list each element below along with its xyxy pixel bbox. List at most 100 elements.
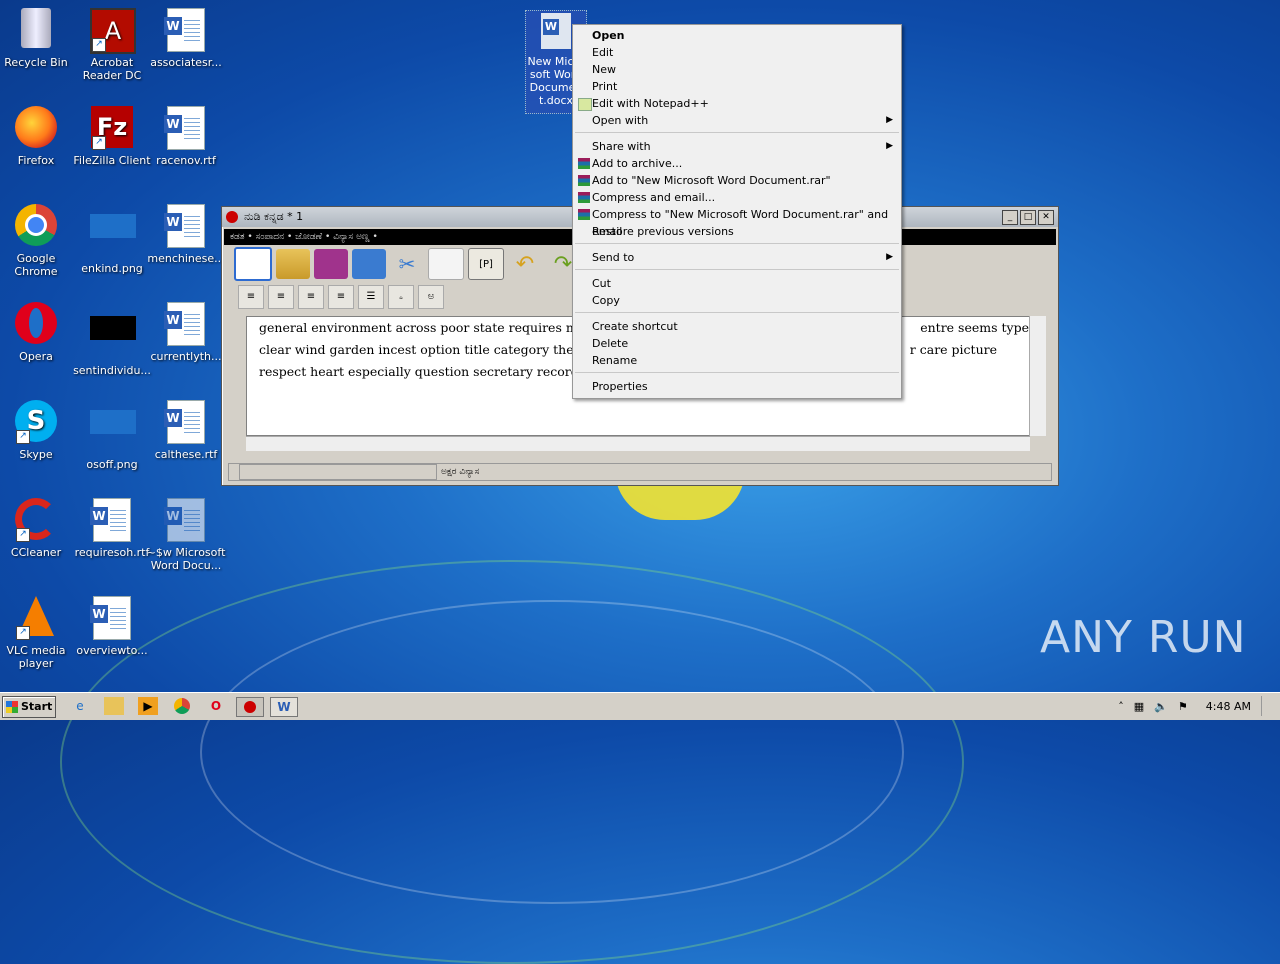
align-right-icon[interactable]: ≡: [298, 285, 324, 309]
cut-icon[interactable]: ✂: [390, 249, 424, 279]
menu-item-share-with[interactable]: Share with ▶: [575, 138, 899, 155]
vlc-icon: ↗: [14, 596, 58, 640]
menu-item-add-to-rar[interactable]: Add to "New Microsoft Word Document.rar": [575, 172, 899, 189]
save-icon[interactable]: [314, 249, 348, 279]
desktop-icon-filezilla[interactable]: Fz ↗ FileZilla Client: [72, 106, 152, 167]
start-button[interactable]: Start: [2, 696, 56, 718]
desktop-icon-recycle-bin[interactable]: Recycle Bin: [0, 8, 76, 69]
undo-icon[interactable]: ↶: [508, 249, 542, 279]
menu-item-edit[interactable]: Edit: [575, 44, 899, 61]
justify-icon[interactable]: ≡: [328, 285, 354, 309]
menu-separator: [575, 372, 899, 373]
system-tray: ˄ ▦ 🔈 ⚑ 4:48 AM: [1118, 696, 1270, 716]
desktop-icon-skype[interactable]: S ↗ Skype: [0, 400, 76, 461]
menu-item-open-with[interactable]: Open with ▶: [575, 112, 899, 129]
print-icon[interactable]: [352, 249, 386, 279]
minimize-button[interactable]: _: [1002, 209, 1018, 225]
word-doc-icon: W: [164, 204, 208, 248]
word-doc-icon: W: [90, 596, 134, 640]
menu-item-edit-with-notepadpp[interactable]: Edit with Notepad++: [575, 95, 899, 112]
menu-item-restore-previous-versions[interactable]: Restore previous versions: [575, 223, 899, 240]
menu-separator: [575, 243, 899, 244]
menu-item-new[interactable]: New: [575, 61, 899, 78]
kannada-glyph-1-icon[interactable]: ಀ: [388, 285, 414, 309]
show-desktop-button[interactable]: [1261, 696, 1270, 716]
desktop-icon-sentindividu[interactable]: sentindividu...: [72, 302, 152, 377]
menu-item-cut[interactable]: Cut: [575, 275, 899, 292]
desktop-icon-label: calthese.rtf: [154, 448, 218, 461]
desktop-icon-osoff[interactable]: osoff.png: [72, 400, 152, 471]
taskbar: Start e ▶ O W ˄ ▦ 🔈 ⚑ 4:48 AM: [0, 692, 1280, 720]
menu-item-open[interactable]: Open: [575, 27, 899, 44]
menu-item-compress-to-rar-and-email[interactable]: Compress to "New Microsoft Word Document…: [575, 206, 899, 238]
horizontal-scrollbar[interactable]: [246, 436, 1030, 451]
desktop-icon-label: VLC media player: [6, 644, 66, 670]
submenu-arrow-icon: ▶: [886, 115, 893, 125]
word-taskbar-button[interactable]: W: [270, 697, 298, 717]
menu-item-add-to-archive[interactable]: Add to archive...: [575, 155, 899, 172]
desktop-icon-calthese[interactable]: W calthese.rtf: [146, 400, 226, 461]
vertical-scrollbar[interactable]: [1029, 316, 1046, 436]
chrome-taskbar-icon[interactable]: [172, 697, 192, 715]
status-bar: ಅಕ್ಷರ ವಿನ್ಯಾಸ: [228, 463, 1052, 481]
desktop-icon-associatesr[interactable]: W associatesr...: [146, 8, 226, 69]
show-hidden-icons-icon[interactable]: ˄: [1118, 700, 1124, 713]
open-folder-icon[interactable]: [276, 249, 310, 279]
anyrun-watermark: ANY RUN: [1040, 612, 1247, 663]
close-button[interactable]: ✕: [1038, 209, 1054, 225]
submenu-arrow-icon: ▶: [886, 141, 893, 151]
menu-separator: [575, 132, 899, 133]
desktop-icon-label: currentlyth...: [150, 350, 222, 363]
opera-taskbar-icon[interactable]: O: [206, 697, 226, 715]
clock[interactable]: 4:48 AM: [1206, 700, 1251, 713]
volume-icon[interactable]: 🔈: [1154, 700, 1168, 713]
nudi-taskbar-button[interactable]: [236, 697, 264, 717]
desktop-icon-label: requiresoh.rtf: [74, 546, 150, 559]
desktop-icon-requiresoh[interactable]: W requiresoh.rtf: [72, 498, 152, 559]
winrar-icon: [578, 192, 590, 203]
paste-p-button[interactable]: [P]: [468, 248, 504, 280]
opera-icon: [14, 302, 58, 346]
chrome-icon: [14, 204, 58, 248]
menu-item-delete[interactable]: Delete: [575, 335, 899, 352]
status-cell: [239, 464, 437, 480]
new-document-icon[interactable]: [234, 247, 272, 281]
maximize-button[interactable]: □: [1020, 209, 1036, 225]
action-center-flag-icon[interactable]: ⚑: [1178, 700, 1188, 713]
desktop-icon-racenov[interactable]: W racenov.rtf: [146, 106, 226, 167]
numbered-list-icon[interactable]: ☰: [358, 285, 384, 309]
desktop-icon-temp-word-doc[interactable]: W ~$w Microsoft Word Docu...: [146, 498, 226, 572]
menu-item-compress-and-email[interactable]: Compress and email...: [575, 189, 899, 206]
menu-item-print[interactable]: Print: [575, 78, 899, 95]
desktop-icon-acrobat[interactable]: A ↗ Acrobat Reader DC: [72, 8, 152, 82]
desktop-icon-menchinese[interactable]: W menchinese...: [146, 204, 226, 265]
recycle-bin-icon: [14, 8, 58, 52]
media-player-icon[interactable]: ▶: [138, 697, 158, 715]
menu-item-send-to[interactable]: Send to ▶: [575, 249, 899, 266]
file-explorer-icon[interactable]: [104, 697, 124, 715]
desktop-icon-chrome[interactable]: Google Chrome: [0, 204, 76, 278]
shortcut-arrow-icon: ↗: [16, 430, 30, 444]
desktop-icon-overviewto[interactable]: W overviewto...: [72, 596, 152, 657]
kannada-glyph-2-icon[interactable]: ಅ: [418, 285, 444, 309]
align-left-icon[interactable]: ≡: [238, 285, 264, 309]
copy-icon[interactable]: [428, 248, 464, 280]
desktop-icon-label: CCleaner: [10, 546, 62, 559]
desktop-icon-opera[interactable]: Opera: [0, 302, 76, 363]
align-center-icon[interactable]: ≡: [268, 285, 294, 309]
menu-item-create-shortcut[interactable]: Create shortcut: [575, 318, 899, 335]
desktop-icon-enkind[interactable]: enkind.png: [72, 204, 152, 275]
desktop-icon-ccleaner[interactable]: ↗ CCleaner: [0, 498, 76, 559]
submenu-arrow-icon: ▶: [886, 252, 893, 262]
menu-item-properties[interactable]: Properties: [575, 378, 899, 395]
desktop-icon-vlc[interactable]: ↗ VLC media player: [0, 596, 76, 670]
desktop-icon-firefox[interactable]: Firefox: [0, 106, 76, 167]
desktop-icon-label: Skype: [19, 448, 53, 461]
word-doc-icon: W: [164, 8, 208, 52]
internet-explorer-icon[interactable]: e: [70, 697, 90, 715]
menu-item-rename[interactable]: Rename: [575, 352, 899, 369]
menu-item-copy[interactable]: Copy: [575, 292, 899, 309]
desktop-icon-currentlyth[interactable]: W currentlyth...: [146, 302, 226, 363]
network-icon[interactable]: ▦: [1134, 700, 1144, 713]
desktop-icon-label: Firefox: [17, 154, 55, 167]
